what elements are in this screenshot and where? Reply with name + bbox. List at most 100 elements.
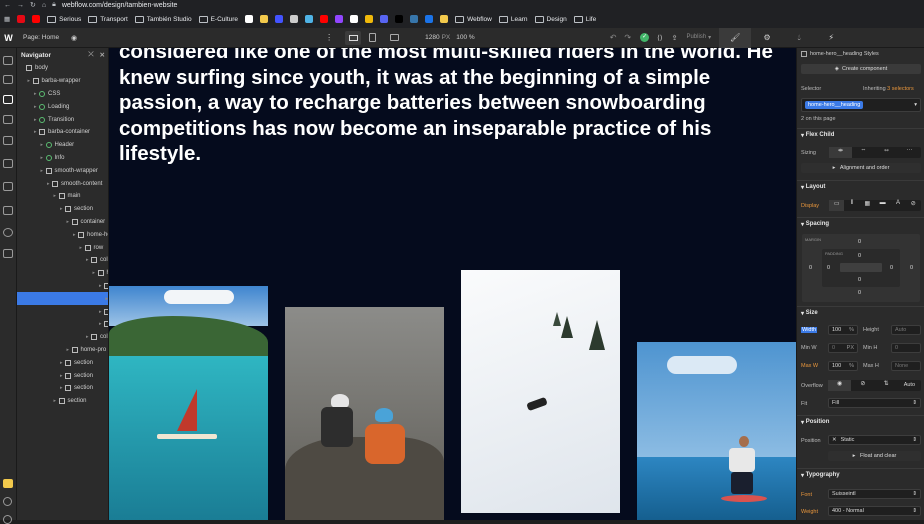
sizing-grow-button[interactable]: ⇔	[852, 147, 875, 158]
chevron-down-icon[interactable]: ▾	[914, 102, 917, 108]
bookmark-item[interactable]	[17, 15, 26, 23]
navigator-node[interactable]: body	[17, 62, 108, 75]
bookmark-item[interactable]	[380, 15, 389, 23]
bookmark-item[interactable]: E-Culture	[198, 15, 238, 23]
display-flex-button[interactable]: ⦀	[844, 200, 859, 211]
snowboarder-photo[interactable]	[461, 270, 620, 513]
back-icon[interactable]: ←	[4, 2, 11, 9]
spacing-section[interactable]: ▾ Spacing	[797, 217, 924, 230]
bookmark-item[interactable]: Transport	[88, 15, 128, 23]
navigator-node[interactable]: ▸ row	[17, 241, 108, 254]
navigator-node[interactable]: ▸i	[17, 318, 108, 331]
padding-left[interactable]: 0	[827, 265, 830, 271]
webflow-logo-icon[interactable]: W	[0, 33, 17, 43]
navigator-icon[interactable]	[3, 95, 13, 104]
navigator-node[interactable]: ▸ container	[17, 216, 108, 229]
share-icon[interactable]: ⇪	[672, 34, 678, 42]
bookmark-item[interactable]	[320, 15, 329, 23]
navigator-node[interactable]: ▸home-her	[17, 228, 108, 241]
navigator-node[interactable]: ▸i	[17, 305, 108, 318]
margin-left[interactable]: 0	[809, 265, 812, 271]
sizing-none-button[interactable]: ⇿	[875, 147, 898, 158]
padding-right[interactable]: 0	[890, 265, 893, 271]
bookmark-item[interactable]: Serious	[47, 15, 81, 23]
bookmark-item[interactable]	[32, 15, 41, 23]
pages-icon[interactable]	[3, 115, 13, 124]
create-component-button[interactable]: ◈ Create component	[801, 64, 921, 74]
alignment-order-button[interactable]: ▸ Alignment and order	[801, 163, 921, 173]
bookmark-item[interactable]	[425, 15, 434, 23]
redo-icon[interactable]: ↷	[624, 33, 631, 42]
navigator-node[interactable]: ▸ barba-container	[17, 126, 108, 139]
bookmark-item[interactable]	[350, 15, 359, 23]
font-select[interactable]: Suisseintl ⇕	[828, 489, 921, 499]
selector-tag[interactable]: home-hero__heading	[805, 101, 864, 109]
desktop-breakpoint-button[interactable]	[345, 30, 362, 45]
lightning-tab-icon[interactable]: ⚡︎	[815, 33, 847, 42]
warning-icon[interactable]	[3, 479, 13, 488]
bookmark-item[interactable]	[365, 15, 374, 23]
padding-bottom[interactable]: 0	[858, 277, 861, 283]
selector-field[interactable]: home-hero__heading ▾	[801, 98, 921, 112]
width-field[interactable]: 100 %	[828, 325, 858, 335]
bookmark-item[interactable]	[395, 15, 404, 23]
navigator-node[interactable]: ▸ home-pro	[17, 344, 108, 357]
fit-select[interactable]: Fill ⇕	[828, 398, 921, 408]
height-field[interactable]: Auto	[891, 325, 921, 335]
pin-icon[interactable]: ⤫	[88, 51, 93, 59]
display-inline-block-button[interactable]: ▬	[875, 200, 890, 211]
publish-button[interactable]: Publish ▾	[686, 34, 711, 41]
navigator-node[interactable]: ▸ smooth-wrapper	[17, 164, 108, 177]
navigator-node[interactable]: ▸ section	[17, 382, 108, 395]
undo-icon[interactable]: ↶	[610, 33, 617, 42]
bookmark-item[interactable]: Design	[534, 15, 567, 23]
add-panel-icon[interactable]	[3, 56, 13, 65]
minw-field[interactable]: 0 PX	[828, 343, 858, 353]
inheriting-count[interactable]: 3 selectors	[887, 86, 914, 92]
forward-icon[interactable]: →	[17, 2, 24, 9]
interactions-tab-icon[interactable]: 💧︎	[783, 33, 815, 43]
navigator-node[interactable]: ▸E	[17, 292, 108, 306]
navigator-node[interactable]: ▸ main	[17, 190, 108, 203]
navigator-node[interactable]: ▸ col	[17, 331, 108, 344]
bookmark-item[interactable]: Learn	[498, 15, 528, 23]
sizing-shrink-button[interactable]: ⇹	[829, 147, 852, 158]
navigator-node[interactable]: ▸ho	[17, 267, 108, 280]
overflow-visible-button[interactable]: ◉	[828, 380, 852, 391]
search-icon[interactable]	[3, 497, 12, 506]
phone-landscape-button[interactable]	[390, 34, 400, 41]
bookmark-item[interactable]	[275, 15, 284, 23]
navigator-node[interactable]: ▸ section	[17, 369, 108, 382]
maxw-field[interactable]: 100 %	[828, 361, 858, 371]
ecommerce-icon[interactable]	[3, 182, 13, 191]
position-section[interactable]: ▾ Position	[797, 415, 924, 428]
maxh-field[interactable]: None	[891, 361, 921, 371]
bookmark-item[interactable]: También Studio	[134, 15, 192, 23]
more-icon[interactable]: ⋮	[325, 33, 333, 42]
logic-icon[interactable]	[3, 249, 13, 258]
overflow-hidden-button[interactable]: ⊘	[851, 380, 874, 391]
symbols-icon[interactable]	[3, 75, 13, 84]
navigator-node[interactable]: ▸ barba-wrapper	[17, 75, 108, 88]
flex-child-section[interactable]: ▾ Flex Child	[797, 128, 924, 141]
display-block-button[interactable]: ▭	[829, 200, 845, 211]
float-clear-button[interactable]: ▸ Float and clear	[828, 451, 921, 461]
bookmark-item[interactable]	[290, 15, 299, 23]
navigator-node[interactable]: ▸ Transition	[17, 113, 108, 126]
overflow-auto-button[interactable]: Auto	[898, 380, 921, 391]
position-select[interactable]: ✕ Static ⇕	[828, 435, 921, 445]
climbers-photo[interactable]	[285, 307, 444, 520]
bookmark-item[interactable]	[335, 15, 344, 23]
bookmark-item[interactable]	[305, 15, 314, 23]
bookmark-item[interactable]	[245, 15, 254, 23]
surfer-photo[interactable]	[637, 342, 796, 520]
navigator-node[interactable]: ▸ Loading	[17, 100, 108, 113]
bookmark-item[interactable]	[410, 15, 419, 23]
overflow-scroll-button[interactable]: ⇅	[875, 380, 898, 391]
navigator-node[interactable]: ▸ Info	[17, 152, 108, 165]
page-selector[interactable]: Page: Home	[23, 34, 67, 41]
size-section[interactable]: ▾ Size	[797, 306, 924, 319]
navigator-node[interactable]: ▸ Header	[17, 139, 108, 152]
margin-top[interactable]: 0	[858, 239, 861, 245]
reload-icon[interactable]: ↻	[30, 1, 36, 9]
